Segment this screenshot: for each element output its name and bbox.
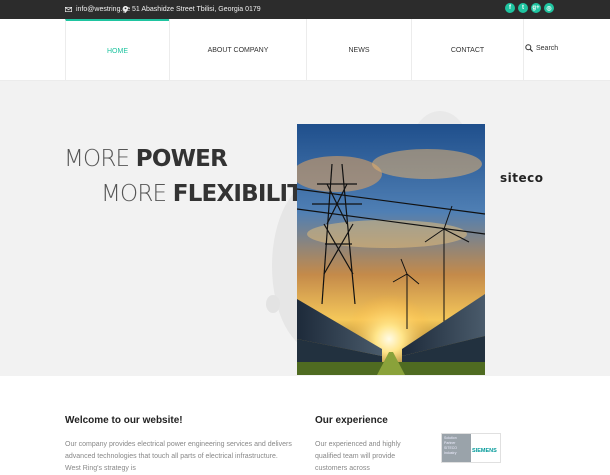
top-bar: info@westring.ge 51 Abashidze Street Tbi… <box>0 0 610 19</box>
siteco-logo[interactable]: siteco <box>500 171 544 185</box>
nav-item-contact[interactable]: CONTACT <box>411 19 524 81</box>
nav-item-news[interactable]: NEWS <box>306 19 411 81</box>
twitter-icon[interactable]: t <box>518 3 528 13</box>
nav-item-about-company[interactable]: ABOUT COMPANY <box>169 19 306 81</box>
email-contact[interactable]: info@westring.ge <box>65 0 130 19</box>
siemens-logo: SIEMENS <box>472 448 497 454</box>
nav-item-home[interactable]: HOME <box>65 19 169 81</box>
search-label: Search <box>536 44 559 52</box>
map-pin-icon <box>123 6 128 13</box>
welcome-title: Welcome to our website! <box>65 415 183 426</box>
hero-headline-line2: MORE FLEXIBILITY <box>101 181 319 207</box>
siemens-partner-badge[interactable]: Solution Partner SITECO Industry SIEMENS <box>441 433 501 463</box>
hero-image <box>297 124 485 375</box>
search-icon <box>525 44 533 52</box>
hero-slider[interactable]: MORE POWER MORE FLEXIBILITY siteco <box>0 81 610 376</box>
hero-headline-bold: POWER <box>135 146 228 172</box>
hero-headline-light: MORE <box>101 181 173 207</box>
google-plus-icon[interactable]: g+ <box>531 3 541 13</box>
address-text: 51 Abashidze Street Tbilisi, Georgia 017… <box>132 6 261 13</box>
welcome-text: Our company provides electrical power en… <box>65 441 292 472</box>
background-shape <box>266 295 280 313</box>
facebook-icon[interactable]: f <box>505 3 515 13</box>
experience-text: Our experienced and highly qualified tea… <box>315 441 401 472</box>
main-nav: HOME ABOUT COMPANY NEWS CONTACT Search <box>0 19 610 81</box>
address-contact: 51 Abashidze Street Tbilisi, Georgia 017… <box>123 0 261 19</box>
instagram-icon[interactable]: ◎ <box>544 3 554 13</box>
experience-title: Our experience <box>315 415 388 426</box>
hero-headline-light: MORE <box>64 146 136 172</box>
search-button[interactable]: Search <box>525 44 558 52</box>
envelope-icon <box>65 7 72 12</box>
social-links: f t g+ ◎ <box>505 3 554 13</box>
hero-headline-line1: MORE POWER <box>64 146 228 172</box>
partner-badge-caption: Solution Partner SITECO Industry <box>442 434 471 462</box>
